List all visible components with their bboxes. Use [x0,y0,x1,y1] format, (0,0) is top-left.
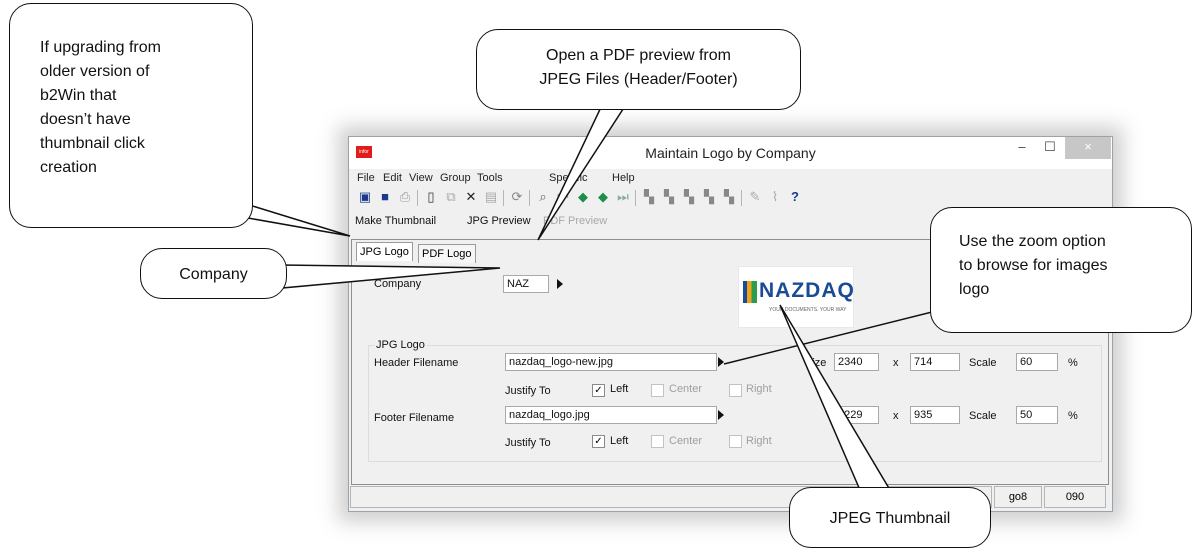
upgrade-callout-line-2: older version of [40,63,150,80]
upgrade-callout-line-4: doesn’t have [40,111,131,128]
company-callout-pointer [281,264,501,289]
zoom-callout-line-1: Use the zoom option [959,233,1106,250]
upgrade-callout-line-1: If upgrading from [40,39,161,56]
pdf-callout-line-2: JPEG Files (Header/Footer) [539,71,738,88]
zoom-callout: Use the zoom option to browse for images… [930,207,1192,333]
zoom-callout-line-3: logo [959,281,990,298]
thumbnail-callout: JPEG Thumbnail [789,487,991,548]
pdf-callout-line-1: Open a PDF preview from [546,47,731,64]
pdf-preview-callout: Open a PDF preview from JPEG Files (Head… [476,29,801,110]
zoom-callout-line-2: to browse for images [959,257,1108,274]
upgrade-callout-line-6: creation [40,159,97,176]
zoom-callout-pointer [723,309,941,365]
upgrade-callout-line-3: b2Win that [40,87,117,104]
pdf-callout-pointer [537,102,629,241]
upgrade-callout-line-5: thumbnail click [40,135,145,152]
upgrade-callout: If upgrading from older version of b2Win… [9,3,253,228]
thumbnail-callout-pointer [779,304,892,491]
company-callout: Company [140,248,287,299]
